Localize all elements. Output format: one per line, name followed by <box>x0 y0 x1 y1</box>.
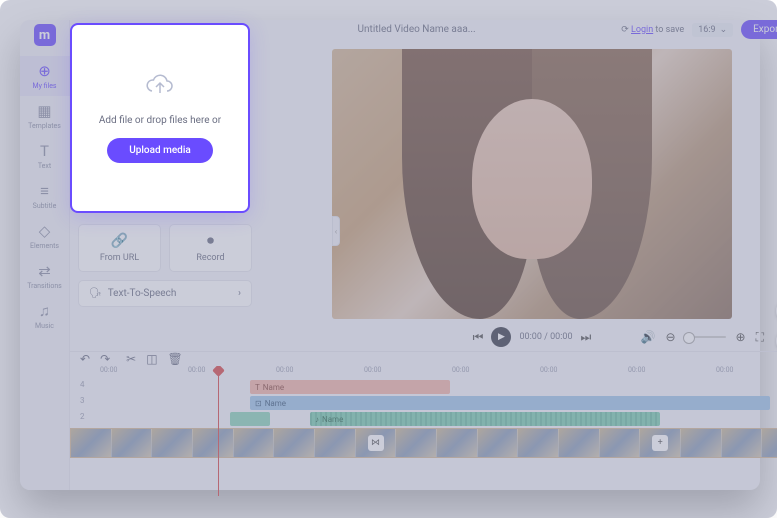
upload-media-button[interactable]: Upload media <box>107 138 213 163</box>
music-icon: ♫ <box>39 302 50 320</box>
zoom-slider[interactable] <box>686 336 726 338</box>
playback-controls: ⏮ ▶ 00:00 / 00:00 ⏭ 🔊 ⊖ ⊕ ⛶ <box>300 327 764 347</box>
cloud-upload-icon <box>145 73 175 103</box>
text-icon: T <box>40 142 49 160</box>
track-subtitle[interactable]: 3⊡Name <box>100 396 777 410</box>
text-icon: T <box>255 383 260 392</box>
sidebar-item-templates[interactable]: ▦ Templates <box>20 96 70 136</box>
redo-button[interactable]: ↷ <box>100 352 110 366</box>
timeline-toolbar: ↶ ↷ ✂ ◫ 🗑 <box>70 351 777 366</box>
tts-icon: 🗣 <box>89 288 102 299</box>
add-clip-button[interactable]: + <box>652 435 668 451</box>
playhead[interactable] <box>218 370 219 496</box>
undo-button[interactable]: ↶ <box>80 352 90 366</box>
sidebar-label: Subtitle <box>33 202 57 210</box>
app-logo[interactable]: m <box>34 24 56 46</box>
aspect-ratio-select[interactable]: 16:9 ⌄ <box>692 23 733 37</box>
sidebar-item-myfiles[interactable]: ⊕ My files <box>20 56 70 96</box>
record-card[interactable]: ⏺Record <box>169 224 252 272</box>
upload-media-panel: Add file or drop files here or Upload me… <box>70 23 250 213</box>
templates-icon: ▦ <box>37 102 51 120</box>
time-ruler[interactable]: 00:0000:0000:0000:0000:0000:0000:0000:00 <box>70 366 777 380</box>
sidebar-item-elements[interactable]: ◇ Elements <box>20 216 70 256</box>
sidebar-item-subtitle[interactable]: ≡ Subtitle <box>20 176 70 216</box>
chevron-right-icon: › <box>238 288 241 299</box>
zoom-in-icon[interactable]: ⊕ <box>736 330 746 344</box>
text-clip[interactable]: TName <box>250 380 450 394</box>
sidebar: m ⊕ My files ▦ Templates T Text ≡ Subtitle ◇… <box>20 20 70 490</box>
track-element[interactable]: 2♪Name <box>100 412 777 426</box>
elements-icon: ◇ <box>39 222 51 240</box>
sidebar-label: Templates <box>28 122 61 130</box>
volume-icon[interactable]: 🔊 <box>641 330 656 344</box>
chevron-down-icon: ⌄ <box>720 25 728 35</box>
sidebar-label: Text <box>38 162 51 170</box>
transitions-icon: ⇄ <box>38 262 51 280</box>
subtitle-clip[interactable]: ⊡Name <box>250 396 770 410</box>
subtitle-icon: ⊡ <box>255 399 262 408</box>
camera-icon: ⏺ <box>207 233 214 249</box>
audio-clip[interactable]: ♪Name <box>310 412 660 426</box>
login-prompt: ⟳ Login to save <box>621 25 684 35</box>
play-button[interactable]: ▶ <box>491 327 511 347</box>
delete-button[interactable]: 🗑 <box>168 352 183 366</box>
upload-hint-text: Add file or drop files here or <box>99 115 221 126</box>
sidebar-label: Transitions <box>27 282 62 290</box>
subtitle-icon: ≡ <box>40 182 49 200</box>
project-title[interactable]: Untitled Video Name aaa... <box>220 24 613 35</box>
tracks: 4TName 3⊡Name 2♪Name <box>70 380 777 426</box>
track-text[interactable]: 4TName <box>100 380 777 394</box>
sidebar-label: My files <box>32 82 56 90</box>
sidebar-item-music[interactable]: ♫ Music <box>20 296 70 336</box>
fullscreen-icon[interactable]: ⛶ <box>756 330 764 345</box>
panel-collapse-handle[interactable]: ‹ <box>332 216 340 246</box>
element-clip[interactable] <box>230 412 270 426</box>
sidebar-item-text[interactable]: T Text <box>20 136 70 176</box>
playback-time: 00:00 / 00:00 <box>519 332 572 342</box>
crop-button[interactable]: ◫ <box>146 352 157 366</box>
sidebar-label: Music <box>35 322 54 330</box>
video-preview[interactable] <box>332 49 732 319</box>
from-url-card[interactable]: 🔗From URL <box>78 224 161 272</box>
video-track-thumbnails[interactable]: ⋈ + <box>70 428 777 458</box>
sidebar-item-transitions[interactable]: ⇄ Transitions <box>20 256 70 296</box>
link-icon: 🔗 <box>111 233 128 249</box>
export-button[interactable]: Export <box>741 20 777 39</box>
timeline[interactable]: 00:0000:0000:0000:0000:0000:0000:0000:00… <box>70 366 777 496</box>
sidebar-label: Elements <box>30 242 59 250</box>
preview-area: ⏮ ▶ 00:00 / 00:00 ⏭ 🔊 ⊖ ⊕ ⛶ <box>260 39 777 351</box>
audio-icon: ♪ <box>315 415 319 424</box>
prev-frame-button[interactable]: ⏮ <box>473 330 484 345</box>
next-frame-button[interactable]: ⏭ <box>581 330 592 345</box>
zoom-out-icon[interactable]: ⊖ <box>665 330 675 344</box>
cut-button[interactable]: ✂ <box>126 352 136 366</box>
login-link[interactable]: Login <box>631 25 653 35</box>
tts-button[interactable]: 🗣Text-To-Speech› <box>78 280 252 307</box>
split-button[interactable]: ⋈ <box>368 435 384 451</box>
add-icon: ⊕ <box>38 62 51 80</box>
